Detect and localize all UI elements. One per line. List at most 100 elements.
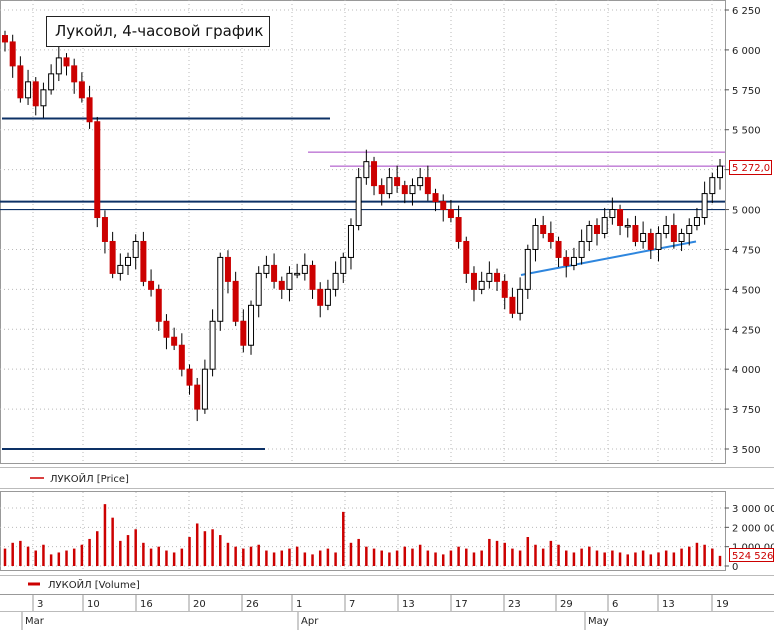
volume-legend-label: ЛУКОЙЛ [Volume] <box>48 578 140 591</box>
candle-body <box>340 256 347 274</box>
candle-body <box>701 193 708 219</box>
candle-body <box>470 272 477 290</box>
candle-body <box>71 65 78 83</box>
price-tick-label: 4 000 <box>732 365 761 376</box>
candle-body <box>494 272 501 282</box>
last-price-label: 5 272,0 <box>732 163 770 174</box>
candle-body <box>32 81 39 107</box>
candle-body <box>109 240 116 274</box>
candle-body <box>301 264 308 274</box>
candle-body <box>593 225 600 234</box>
candle-body <box>455 217 462 242</box>
last-volume-label: 524 526 <box>732 551 773 562</box>
candle-body <box>40 89 47 107</box>
candle-body <box>632 225 639 242</box>
price-tick-label: 4 750 <box>732 245 761 256</box>
candle-body <box>463 240 470 274</box>
candle-body <box>570 256 577 266</box>
volume-axis: 3 000 0002 000 0001 000 0000 <box>725 504 774 573</box>
candle-body <box>317 288 324 306</box>
candle-body <box>617 209 624 227</box>
price-tick-label: 5 750 <box>732 86 761 97</box>
volume-tick-label: 2 000 000 <box>732 523 774 534</box>
date-tick-label: 17 <box>455 599 468 610</box>
candle-body <box>78 81 85 99</box>
candle-body <box>271 264 278 282</box>
date-tick-label: 13 <box>662 599 675 610</box>
candle-body <box>547 232 554 242</box>
candle-body <box>63 57 70 67</box>
chart-title: Лукойл, 4-часовой график <box>46 16 270 47</box>
candle-body <box>386 177 393 195</box>
date-tick-label: 6 <box>612 599 618 610</box>
price-axis: 6 2506 0005 7505 5005 2505 0004 7504 500… <box>725 6 761 456</box>
candle-body <box>278 280 285 290</box>
price-tick-label: 5 000 <box>732 206 761 217</box>
candle-body <box>117 264 124 274</box>
date-axis: 3 10 16 20 26 1 7 13 17 23 29 6 13 19Mar Apr May <box>21 595 729 630</box>
candle-body <box>678 232 685 242</box>
candle-body <box>378 185 385 195</box>
candle-body <box>709 177 716 195</box>
candle-body <box>478 280 485 290</box>
candle-body <box>255 272 262 306</box>
candle-body <box>86 97 93 123</box>
candle-body <box>432 193 439 203</box>
candle-body <box>224 256 231 282</box>
volume-tick-label: 3 000 000 <box>732 504 774 515</box>
candle-body <box>670 225 677 242</box>
candle-body <box>717 165 723 179</box>
date-tick-label: 13 <box>402 599 415 610</box>
candle-body <box>55 57 62 75</box>
candle-body <box>417 177 424 187</box>
candle-body <box>693 217 700 227</box>
candle-body <box>294 272 301 276</box>
price-panel-frame <box>0 0 726 464</box>
date-tick-label: 23 <box>508 599 521 610</box>
date-tick-label: 1 <box>296 599 302 610</box>
candle-body <box>232 280 239 322</box>
candle-body <box>578 240 585 258</box>
candle-body <box>517 288 524 314</box>
candle-body <box>647 232 654 250</box>
price-tick-label: 3 500 <box>732 445 761 456</box>
candle-body <box>2 35 8 43</box>
candle-body <box>332 272 339 290</box>
candle-body <box>194 384 201 410</box>
candle-body <box>532 225 539 250</box>
candle-body <box>540 225 547 234</box>
candle-body <box>25 81 32 99</box>
candle-body <box>125 256 132 266</box>
candle-body <box>409 185 416 195</box>
price-tick-label: 4 250 <box>732 325 761 336</box>
candle-body <box>9 41 16 67</box>
candle-body <box>248 304 255 346</box>
candle-body <box>424 177 431 195</box>
date-tick-label: 3 <box>37 599 43 610</box>
candlesticks <box>2 30 723 422</box>
candle-body <box>101 217 108 242</box>
candle-body <box>94 121 101 219</box>
candle-body <box>486 272 493 282</box>
candle-body <box>586 225 593 242</box>
price-tick-label: 6 000 <box>732 46 761 57</box>
candle-body <box>555 240 562 258</box>
chart-canvas: 6 2506 0005 7505 5005 2505 0004 7504 500… <box>0 0 774 630</box>
candle-body <box>171 336 178 346</box>
candle-body <box>563 256 570 266</box>
candle-body <box>178 344 185 370</box>
candle-body <box>663 225 670 234</box>
price-levels <box>0 117 725 450</box>
candle-body <box>609 209 616 219</box>
candle-body <box>601 217 608 234</box>
price-tick-label: 3 750 <box>732 405 761 416</box>
candle-body <box>347 225 354 258</box>
candle-body <box>371 161 378 187</box>
price-tick-label: 5 500 <box>732 126 761 137</box>
volume-bars <box>3 504 722 566</box>
candle-body <box>309 264 316 290</box>
date-tick-label: 26 <box>246 599 259 610</box>
candle-body <box>363 161 370 179</box>
date-tick-label: 10 <box>87 599 100 610</box>
date-tick-label: 19 <box>716 599 729 610</box>
